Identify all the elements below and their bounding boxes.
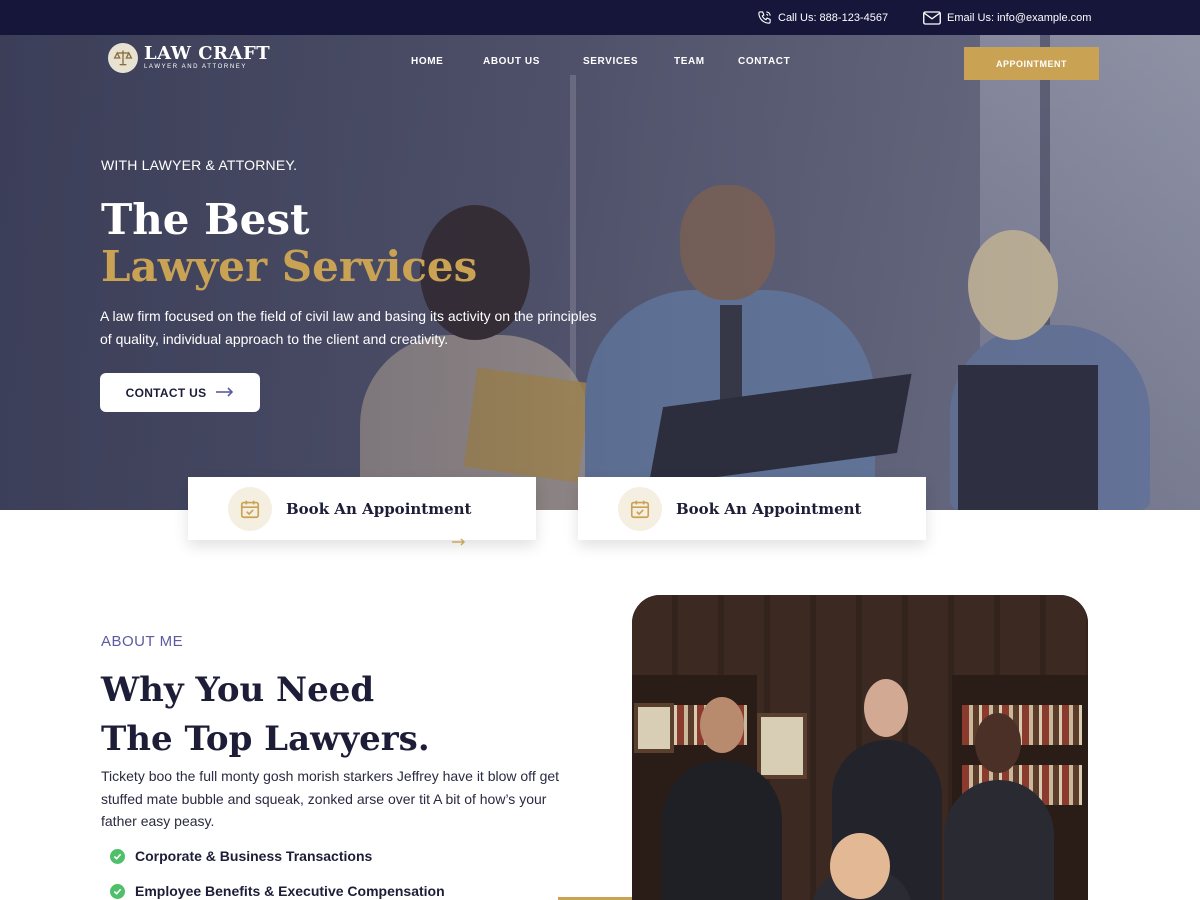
hero-kicker: WITH LAWYER & ATTORNEY. <box>101 157 298 173</box>
about-title-line1: Why You Need <box>101 670 375 710</box>
feature-label: Corporate & Business Transactions <box>135 848 373 864</box>
check-circle-icon <box>110 848 125 864</box>
calendar-check-icon <box>618 486 662 531</box>
scales-of-justice-icon <box>108 43 138 73</box>
email-text: Email Us: info@example.com <box>947 11 1092 24</box>
about-title-line2: The Top Lawyers. <box>101 719 430 759</box>
brand-name: LAW CRAFT <box>144 43 271 64</box>
nav-home[interactable]: HOME <box>411 56 443 67</box>
book-appointment-label: Book An Appointment <box>676 499 862 518</box>
team-photo <box>632 595 1088 900</box>
team-member-1-head <box>700 697 744 753</box>
top-bar: Call Us: 888-123-4567 Email Us: info@exa… <box>0 0 1200 35</box>
hero-description: A law firm focused on the field of civil… <box>100 308 597 347</box>
phone-contact[interactable]: Call Us: 888-123-4567 <box>757 0 888 35</box>
contact-us-label: CONTACT US <box>125 385 207 400</box>
appointment-button[interactable]: APPOINTMENT <box>964 47 1099 80</box>
team-photo-portrait-frame <box>757 713 807 779</box>
about-description: Tickety boo the full monty gosh morish s… <box>101 768 560 829</box>
team-member-3 <box>944 780 1054 900</box>
mail-icon <box>923 10 941 25</box>
team-member-3-head <box>975 713 1021 773</box>
site-logo[interactable]: LAW CRAFT LAWYER AND ATTORNEY <box>108 43 270 73</box>
feature-label: Employee Benefits & Executive Compensati… <box>135 883 445 899</box>
nav-about-us[interactable]: ABOUT US <box>483 56 540 67</box>
team-member-1 <box>662 760 782 900</box>
check-circle-icon <box>110 883 125 899</box>
hero-title-line2: Lawyer Services <box>101 242 478 291</box>
about-kicker: ABOUT ME <box>101 633 184 650</box>
phone-icon <box>757 10 772 25</box>
nav-team[interactable]: TEAM <box>674 56 705 67</box>
book-appointment-card[interactable]: Book An Appointment <box>188 477 536 540</box>
team-photo-portrait-frame <box>634 703 674 753</box>
feature-item: Employee Benefits & Executive Compensati… <box>110 883 445 899</box>
brand-tagline: LAWYER AND ATTORNEY <box>144 64 247 70</box>
book-appointment-label: Book An Appointment <box>286 499 472 518</box>
nav-services[interactable]: SERVICES <box>583 56 638 67</box>
phone-text: Call Us: 888-123-4567 <box>778 11 889 24</box>
arrow-right-icon[interactable] <box>452 535 466 549</box>
arrow-right-icon <box>216 386 234 400</box>
book-appointment-card[interactable]: Book An Appointment <box>578 477 926 540</box>
feature-item: Corporate & Business Transactions <box>110 848 372 864</box>
hero-title-line1: The Best <box>101 195 310 244</box>
contact-us-button[interactable]: CONTACT US <box>100 373 260 412</box>
team-member-2-head <box>864 679 908 737</box>
team-member-4-head <box>830 833 890 899</box>
nav-contact[interactable]: CONTACT <box>738 56 790 67</box>
email-contact[interactable]: Email Us: info@example.com <box>923 0 1091 35</box>
calendar-check-icon <box>228 486 272 531</box>
